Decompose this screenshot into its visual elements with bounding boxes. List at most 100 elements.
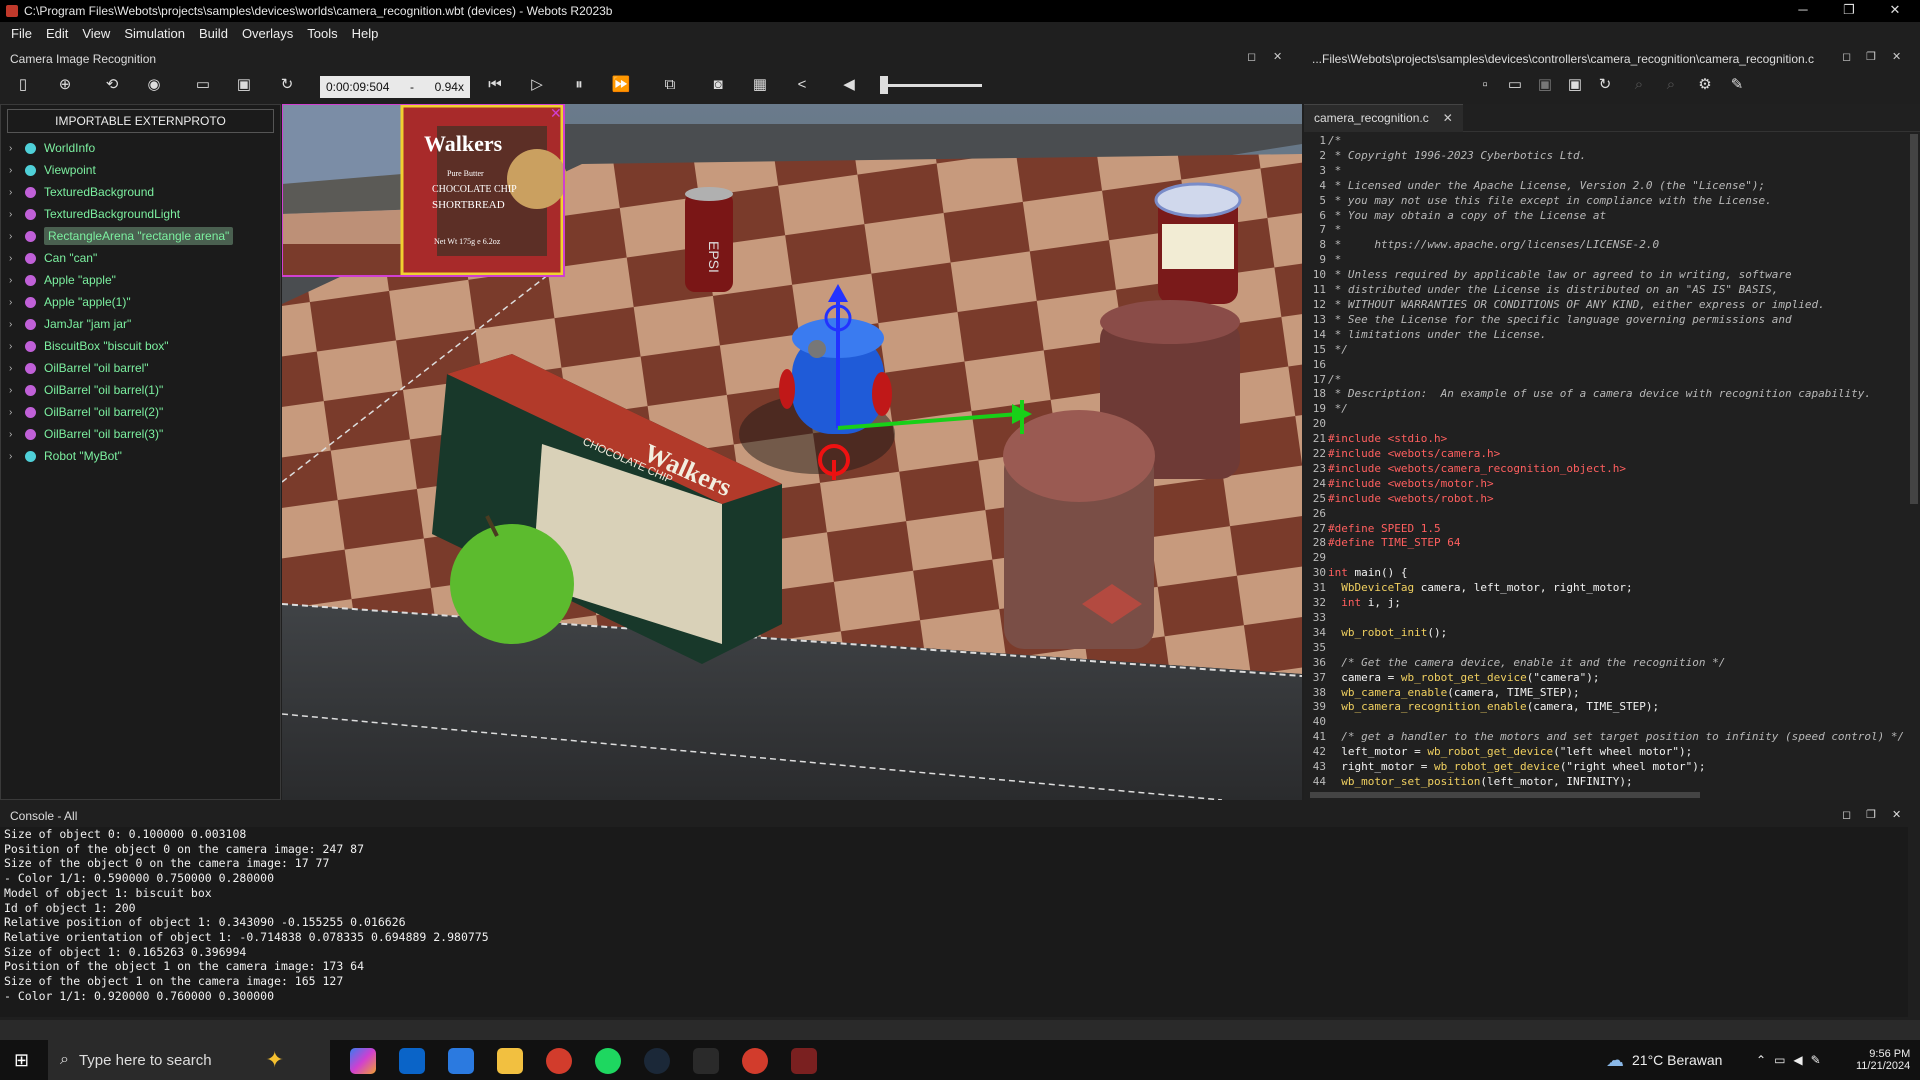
replace-icon[interactable]: ⌕	[1660, 74, 1682, 96]
tree-item[interactable]: › WorldInfo	[1, 137, 280, 159]
build-settings-icon[interactable]: ⚙	[1694, 74, 1716, 96]
volume-slider-knob[interactable]	[880, 76, 888, 94]
console-float-button[interactable]: ◻	[1842, 808, 1851, 821]
find-icon[interactable]: ⌕	[1628, 74, 1650, 96]
3d-viewport[interactable]: EPSI Walkers CHOCOLATE CHIP Walkers Pure…	[282, 104, 1302, 800]
add-node-icon[interactable]: ⊕	[54, 74, 76, 96]
tree-item[interactable]: › OilBarrel "oil barrel(2)"	[1, 401, 280, 423]
save-world-icon[interactable]: ▣	[233, 74, 255, 96]
console-scrollbar[interactable]	[0, 1020, 1920, 1040]
rendering-icon[interactable]: ⧉	[659, 74, 681, 96]
expand-arrow-icon[interactable]: ›	[9, 451, 19, 462]
volume-icon[interactable]: ◀	[838, 74, 860, 96]
minimize-button[interactable]: ─	[1780, 0, 1826, 22]
tree-item[interactable]: › OilBarrel "oil barrel(3)"	[1, 423, 280, 445]
open-file-icon[interactable]: ▭	[1504, 74, 1526, 96]
revert-icon[interactable]: ↻	[1594, 74, 1616, 96]
copilot-sparkle-icon[interactable]: ✦	[266, 1047, 284, 1073]
expand-arrow-icon[interactable]: ›	[9, 187, 19, 198]
tree-item[interactable]: › JamJar "jam jar"	[1, 313, 280, 335]
panel-close-button[interactable]: ✕	[1273, 50, 1282, 63]
chrome-icon[interactable]	[546, 1048, 572, 1074]
steam-icon[interactable]	[644, 1048, 670, 1074]
clock[interactable]: 9:56 PM 11/21/2024	[1856, 1040, 1910, 1080]
editor-float-button[interactable]: ◻	[1842, 50, 1851, 63]
tree-item[interactable]: › Can "can"	[1, 247, 280, 269]
reset-simulation-icon[interactable]: ⏮	[484, 74, 506, 96]
menu-tools[interactable]: Tools	[307, 26, 337, 41]
volume-tray-icon[interactable]: ◀	[1793, 1053, 1802, 1067]
menu-help[interactable]: Help	[352, 26, 379, 41]
taskbar-search[interactable]: ⌕ Type here to search ✦	[48, 1040, 330, 1080]
windows-start-icon[interactable]: ⊞	[14, 1050, 29, 1071]
tree-item[interactable]: › Apple "apple(1)"	[1, 291, 280, 313]
expand-arrow-icon[interactable]: ›	[9, 253, 19, 264]
tree-item[interactable]: › Robot "MyBot"	[1, 445, 280, 467]
weather-widget[interactable]: ☁ 21°C Berawan	[1606, 1040, 1722, 1080]
chrome-profile-icon[interactable]	[742, 1048, 768, 1074]
expand-arrow-icon[interactable]: ›	[9, 319, 19, 330]
tree-item[interactable]: › Viewpoint	[1, 159, 280, 181]
console-close-button[interactable]: ✕	[1892, 808, 1901, 821]
expand-arrow-icon[interactable]: ›	[9, 165, 19, 176]
menu-file[interactable]: File	[11, 26, 32, 41]
new-file-icon[interactable]: ▫	[1474, 74, 1496, 96]
share-icon[interactable]: <	[791, 74, 813, 96]
clean-icon[interactable]: ✎	[1726, 74, 1748, 96]
panel-float-button[interactable]: ◻	[1247, 50, 1256, 63]
reload-node-icon[interactable]: ⟲	[101, 74, 123, 96]
step-icon[interactable]: ▷	[526, 74, 548, 96]
console-output[interactable]: Size of object 0: 0.100000 0.003108 Posit…	[0, 827, 1908, 1017]
expand-arrow-icon[interactable]: ›	[9, 363, 19, 374]
toggle-tree-icon[interactable]: ▯	[12, 74, 34, 96]
tab-close-icon[interactable]: ✕	[1443, 111, 1453, 125]
close-window-button[interactable]: ✕	[1872, 0, 1918, 22]
epic-games-icon[interactable]	[693, 1048, 719, 1074]
apple-object[interactable]	[450, 524, 574, 644]
movie-icon[interactable]: ▦	[749, 74, 771, 96]
save-all-icon[interactable]: ▣	[1564, 74, 1586, 96]
overlay-close-icon[interactable]: ✕	[550, 105, 562, 121]
expand-arrow-icon[interactable]: ›	[9, 143, 19, 154]
expand-arrow-icon[interactable]: ›	[9, 231, 19, 242]
menu-edit[interactable]: Edit	[46, 26, 68, 41]
file-explorer-icon[interactable]	[497, 1048, 523, 1074]
expand-arrow-icon[interactable]: ›	[9, 275, 19, 286]
reload-world-icon[interactable]: ↻	[276, 74, 298, 96]
restore-button[interactable]: ❐	[1826, 0, 1872, 22]
pause-icon[interactable]: ⏸	[568, 74, 590, 96]
pen-icon[interactable]: ✎	[1811, 1053, 1821, 1067]
eye-icon[interactable]: ◉	[143, 74, 165, 96]
spotify-icon[interactable]	[595, 1048, 621, 1074]
volume-slider-track[interactable]	[880, 84, 982, 87]
tree-item[interactable]: › TexturedBackgroundLight	[1, 203, 280, 225]
expand-arrow-icon[interactable]: ›	[9, 429, 19, 440]
chevron-up-icon[interactable]: ⌃	[1756, 1053, 1766, 1067]
outlook-icon[interactable]	[399, 1048, 425, 1074]
importable-externproto-button[interactable]: IMPORTABLE EXTERNPROTO	[7, 109, 274, 133]
screenshot-icon[interactable]: ◙	[707, 74, 729, 96]
expand-arrow-icon[interactable]: ›	[9, 209, 19, 220]
system-tray[interactable]: ⌃ ▭ ◀ ✎	[1756, 1040, 1821, 1080]
tree-item[interactable]: › TexturedBackground	[1, 181, 280, 203]
expand-arrow-icon[interactable]: ›	[9, 341, 19, 352]
console-restore-button[interactable]: ❐	[1866, 808, 1876, 821]
tab-camera-recognition[interactable]: camera_recognition.c ✕	[1304, 103, 1463, 132]
network-icon[interactable]: ▭	[1774, 1053, 1785, 1067]
webots-taskbar-icon[interactable]	[791, 1048, 817, 1074]
save-file-icon[interactable]: ▣	[1534, 74, 1556, 96]
expand-arrow-icon[interactable]: ›	[9, 297, 19, 308]
editor-restore-button[interactable]: ❐	[1866, 50, 1876, 63]
tree-item[interactable]: › Apple "apple"	[1, 269, 280, 291]
editor-vscrollbar[interactable]	[1910, 134, 1918, 504]
menu-overlays[interactable]: Overlays	[242, 26, 293, 41]
store-icon[interactable]	[448, 1048, 474, 1074]
expand-arrow-icon[interactable]: ›	[9, 385, 19, 396]
tree-item[interactable]: › OilBarrel "oil barrel(1)"	[1, 379, 280, 401]
fast-forward-icon[interactable]: ⏩	[610, 74, 632, 96]
editor-hscrollbar[interactable]	[1310, 792, 1700, 798]
menu-view[interactable]: View	[82, 26, 110, 41]
menu-simulation[interactable]: Simulation	[124, 26, 185, 41]
code-area[interactable]: 1/* 2 * Copyright 1996-2023 Cyberbotics L…	[1304, 134, 1908, 796]
tree-item[interactable]: › BiscuitBox "biscuit box"	[1, 335, 280, 357]
